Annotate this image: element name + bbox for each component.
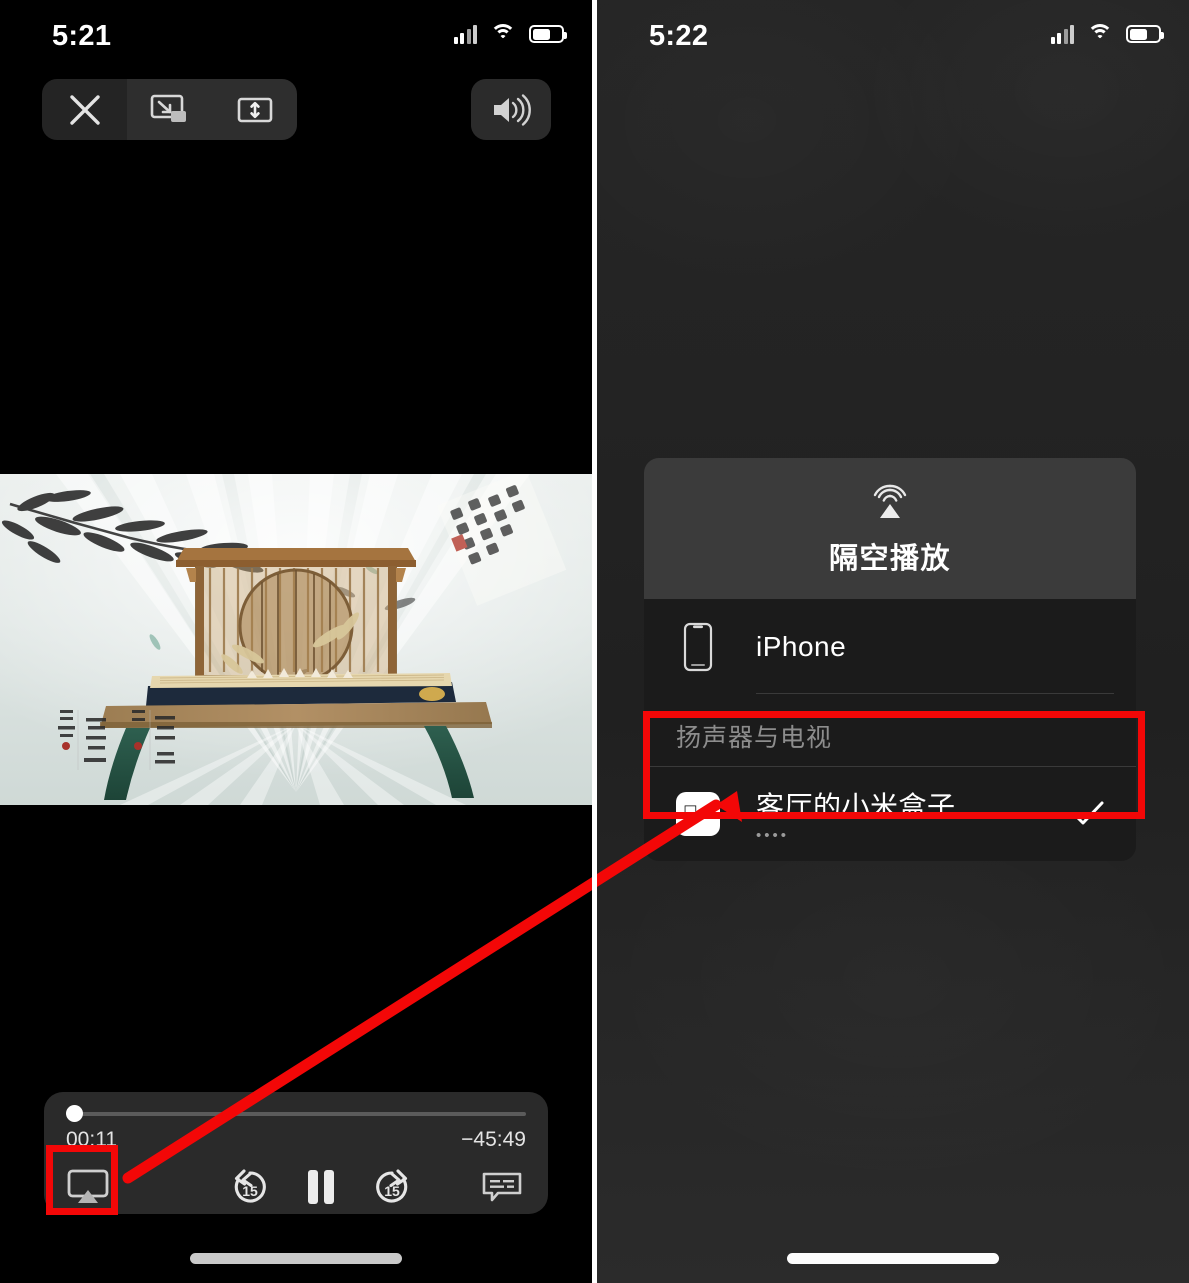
captions-button[interactable]: [474, 1160, 530, 1214]
volume-speaker-icon: [494, 93, 531, 126]
rewind-seconds-label: 15: [242, 1183, 258, 1199]
play-pause-button[interactable]: [293, 1160, 349, 1214]
cellular-signal-icon: [453, 24, 477, 44]
picture-in-picture-icon: [150, 94, 186, 122]
close-button[interactable]: [42, 79, 127, 140]
player-controls-panel: 00:11 −45:49 15 15: [44, 1092, 548, 1214]
pause-icon: [308, 1170, 334, 1204]
device-text-block: iPhone: [756, 631, 1108, 663]
airplay-dialog-header: 隔空播放: [644, 458, 1136, 599]
rewind-15-button[interactable]: 15: [222, 1160, 278, 1214]
wifi-icon: [490, 24, 516, 44]
closed-captions-icon: [482, 1172, 522, 1202]
aspect-fit-button[interactable]: [212, 79, 297, 140]
battery-icon: [529, 25, 567, 43]
aspect-fit-icon: [237, 97, 272, 122]
panel-divider: [592, 0, 597, 1283]
row-divider: [756, 693, 1114, 694]
playback-buttons-row: 15 15: [44, 1160, 548, 1214]
picture-in-picture-button[interactable]: [127, 79, 212, 140]
device-subtitle: ••••: [756, 827, 790, 844]
forward-15-button[interactable]: 15: [364, 1160, 420, 1214]
right-phone-screenshot: 5:22 隔空播放 iPhone 扬声器与电视 tv 客厅的小米盒子 ••••: [597, 0, 1189, 1283]
device-name: iPhone: [756, 630, 847, 662]
device-row-highlight-box: [643, 711, 1145, 819]
home-indicator: [190, 1253, 402, 1264]
close-icon: [69, 94, 100, 125]
remaining-time-label: −45:49: [461, 1128, 526, 1151]
battery-icon: [1126, 25, 1164, 43]
status-bar-time: 5:21: [52, 20, 112, 52]
left-phone-screenshot: 5:21 00:11 −45:49 15 15: [0, 0, 592, 1283]
status-bar-icons: [453, 24, 567, 44]
volume-button[interactable]: [471, 79, 551, 140]
forward-seconds-label: 15: [384, 1183, 400, 1199]
status-bar-time: 5:22: [649, 20, 709, 52]
video-frame[interactable]: [0, 474, 592, 805]
player-top-controls: [42, 79, 297, 140]
airplay-dialog-title: 隔空播放: [828, 543, 951, 575]
left-status-bar: 5:21: [0, 0, 592, 62]
airplay-icon: [873, 484, 907, 518]
progress-track: [66, 1112, 526, 1116]
device-row-iphone[interactable]: iPhone: [644, 599, 1136, 694]
rewind-15-icon: 15: [234, 1169, 266, 1203]
forward-15-icon: 15: [376, 1169, 408, 1203]
status-bar-icons: [1050, 24, 1164, 44]
progress-scrubber[interactable]: [65, 1105, 526, 1122]
airplay-button-highlight-box: [46, 1145, 118, 1215]
video-still-image: [0, 474, 592, 805]
progress-knob[interactable]: [65, 1105, 83, 1122]
iphone-glyph: [683, 622, 713, 671]
cellular-signal-icon: [1050, 24, 1074, 44]
iphone-icon: [672, 622, 724, 672]
wifi-icon: [1087, 24, 1113, 44]
right-status-bar: 5:22: [597, 0, 1189, 62]
home-indicator: [787, 1253, 999, 1264]
